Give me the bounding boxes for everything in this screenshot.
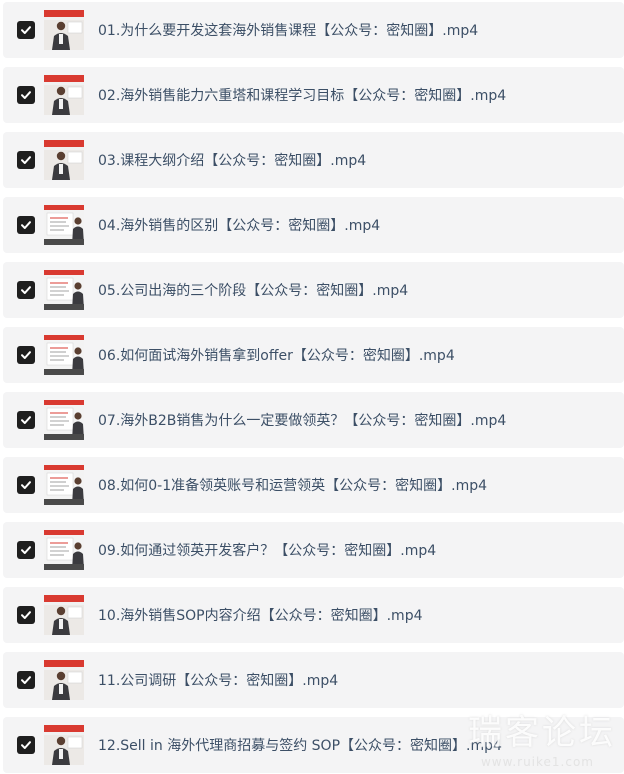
video-thumbnail	[44, 660, 84, 700]
file-checkbox[interactable]	[17, 411, 35, 429]
video-thumbnail	[44, 140, 84, 180]
file-name[interactable]: 02.海外销售能力六重塔和课程学习目标【公众号：密知圈】.mp4	[98, 85, 506, 105]
video-thumbnail	[44, 595, 84, 635]
file-name[interactable]: 08.如何0-1准备领英账号和运营领英【公众号：密知圈】.mp4	[98, 475, 487, 495]
file-row[interactable]: 04.海外销售的区别【公众号：密知圈】.mp4	[3, 197, 624, 253]
file-row[interactable]: 12.Sell in 海外代理商招募与签约 SOP【公众号：密知圈】.mp4	[3, 717, 624, 773]
file-row[interactable]: 06.如何面试海外销售拿到offer【公众号：密知圈】.mp4	[3, 327, 624, 383]
file-row[interactable]: 01.为什么要开发这套海外销售课程【公众号：密知圈】.mp4	[3, 2, 624, 58]
file-checkbox[interactable]	[17, 346, 35, 364]
file-checkbox[interactable]	[17, 21, 35, 39]
file-name[interactable]: 12.Sell in 海外代理商招募与签约 SOP【公众号：密知圈】.mp4	[98, 735, 502, 755]
file-row[interactable]: 10.海外销售SOP内容介绍【公众号：密知圈】.mp4	[3, 587, 624, 643]
video-thumbnail	[44, 335, 84, 375]
file-checkbox[interactable]	[17, 541, 35, 559]
file-checkbox[interactable]	[17, 671, 35, 689]
file-name[interactable]: 04.海外销售的区别【公众号：密知圈】.mp4	[98, 215, 380, 235]
file-name[interactable]: 03.课程大纲介绍【公众号：密知圈】.mp4	[98, 150, 366, 170]
file-row[interactable]: 03.课程大纲介绍【公众号：密知圈】.mp4	[3, 132, 624, 188]
file-row[interactable]: 09.如何通过领英开发客户？【公众号：密知圈】.mp4	[3, 522, 624, 578]
video-thumbnail	[44, 205, 84, 245]
file-checkbox[interactable]	[17, 151, 35, 169]
video-thumbnail	[44, 465, 84, 505]
video-thumbnail	[44, 10, 84, 50]
video-thumbnail	[44, 400, 84, 440]
file-name[interactable]: 01.为什么要开发这套海外销售课程【公众号：密知圈】.mp4	[98, 20, 478, 40]
video-thumbnail	[44, 725, 84, 765]
video-thumbnail	[44, 530, 84, 570]
file-checkbox[interactable]	[17, 281, 35, 299]
file-checkbox[interactable]	[17, 606, 35, 624]
video-thumbnail	[44, 270, 84, 310]
file-name[interactable]: 11.公司调研【公众号：密知圈】.mp4	[98, 670, 338, 690]
file-checkbox[interactable]	[17, 476, 35, 494]
file-name[interactable]: 07.海外B2B销售为什么一定要做领英？【公众号：密知圈】.mp4	[98, 410, 506, 430]
file-checkbox[interactable]	[17, 216, 35, 234]
file-row[interactable]: 07.海外B2B销售为什么一定要做领英？【公众号：密知圈】.mp4	[3, 392, 624, 448]
file-name[interactable]: 06.如何面试海外销售拿到offer【公众号：密知圈】.mp4	[98, 345, 455, 365]
file-row[interactable]: 08.如何0-1准备领英账号和运营领英【公众号：密知圈】.mp4	[3, 457, 624, 513]
file-row[interactable]: 11.公司调研【公众号：密知圈】.mp4	[3, 652, 624, 708]
file-row[interactable]: 02.海外销售能力六重塔和课程学习目标【公众号：密知圈】.mp4	[3, 67, 624, 123]
file-name[interactable]: 10.海外销售SOP内容介绍【公众号：密知圈】.mp4	[98, 605, 423, 625]
file-name[interactable]: 05.公司出海的三个阶段【公众号：密知圈】.mp4	[98, 280, 408, 300]
file-checkbox[interactable]	[17, 736, 35, 754]
file-checkbox[interactable]	[17, 86, 35, 104]
file-name[interactable]: 09.如何通过领英开发客户？【公众号：密知圈】.mp4	[98, 540, 436, 560]
video-thumbnail	[44, 75, 84, 115]
file-row[interactable]: 05.公司出海的三个阶段【公众号：密知圈】.mp4	[3, 262, 624, 318]
